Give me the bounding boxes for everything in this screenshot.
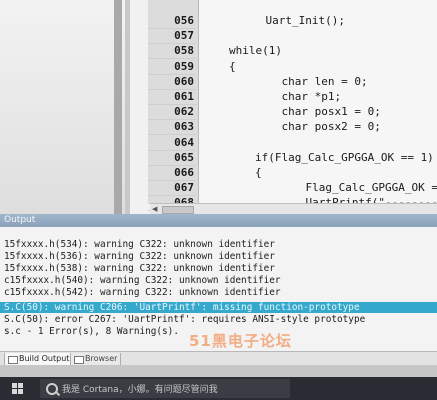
line-number: 060 xyxy=(174,74,194,88)
highlighted-output-line[interactable]: S.C(50): warning C206: 'UartPrintf': mis… xyxy=(0,302,437,313)
line-number: 065 xyxy=(174,150,194,164)
search-icon xyxy=(46,383,58,395)
window-bottom-edge xyxy=(0,365,437,377)
line-number: 057 xyxy=(174,29,194,43)
line-number: 059 xyxy=(174,59,194,73)
output-line: 15fxxxx.h(536): warning C322: unknown id… xyxy=(4,251,275,262)
editor-area: 056057058059060061062063064065066067068 … xyxy=(0,0,437,214)
project-pane xyxy=(0,0,130,214)
code-line: char posx1 = 0; xyxy=(255,105,381,119)
tab-label: Build Output xyxy=(19,354,70,363)
line-number: 058 xyxy=(174,44,194,58)
code-line: while(1) xyxy=(229,44,282,58)
line-number: 067 xyxy=(174,181,194,195)
line-number: 062 xyxy=(174,105,194,119)
output-line: S.C(50): warning C206: 'UartPrintf': mis… xyxy=(4,302,360,313)
code-editor[interactable]: Uart_Init(); while(1){ char len = 0; char… xyxy=(199,0,437,209)
cortana-search-box[interactable]: 我是 Cortana，小娜。有问题尽管问我 xyxy=(40,379,290,398)
browser-icon xyxy=(74,356,84,364)
pane-border xyxy=(125,0,130,214)
code-line: if(Flag_Calc_GPGGA_OK == 1) xyxy=(255,150,434,164)
output-line: s.c - 1 Error(s), 8 Warning(s). xyxy=(4,326,179,337)
scrollbar-thumb[interactable] xyxy=(162,206,194,214)
scroll-left-icon[interactable]: ◀ xyxy=(152,205,157,213)
output-tabs: Build Output Browser xyxy=(0,351,437,366)
code-line: { xyxy=(229,59,236,73)
code-line: Uart_Init(); xyxy=(239,14,345,27)
output-line: 15fxxxx.h(538): warning C322: unknown id… xyxy=(4,263,275,274)
code-line: char len = 0; xyxy=(255,74,368,88)
windows-taskbar: 我是 Cortana，小娜。有问题尽管问我 xyxy=(0,377,437,400)
output-line: c15fxxxx.h(540): warning C322: unknown i… xyxy=(4,275,281,286)
watermark: 51黑电子论坛 xyxy=(189,332,292,350)
output-line: S.C(50): error C267: 'UartPrintf': requi… xyxy=(4,314,366,325)
code-line: char *p1; xyxy=(255,90,342,103)
line-number: 066 xyxy=(174,166,194,179)
tab-label: Browser xyxy=(85,354,118,363)
line-number: 056 xyxy=(174,14,194,27)
horizontal-scrollbar[interactable]: ◀ xyxy=(150,203,437,214)
search-placeholder: 我是 Cortana，小娜。有问题尽管问我 xyxy=(62,385,218,395)
pane-splitter[interactable] xyxy=(114,0,122,214)
code-line: char posx2 = 0; xyxy=(255,120,381,134)
code-line: Flag_Calc_GPGGA_OK = 0; xyxy=(305,181,437,195)
output-line: 15fxxxx.h(534): warning C322: unknown id… xyxy=(4,239,275,250)
line-number: 064 xyxy=(174,135,194,149)
line-number-gutter: 056057058059060061062063064065066067068 xyxy=(148,0,199,212)
project-pane-background xyxy=(0,0,130,214)
line-number: 061 xyxy=(174,90,194,103)
windows-start-icon[interactable] xyxy=(12,383,24,395)
line-number: 063 xyxy=(174,120,194,134)
output-panel-title: Output xyxy=(0,214,437,227)
code-line: { xyxy=(255,166,262,179)
build-output-icon xyxy=(8,356,18,364)
output-line: c15fxxxx.h(542): warning C322: unknown i… xyxy=(4,287,281,298)
